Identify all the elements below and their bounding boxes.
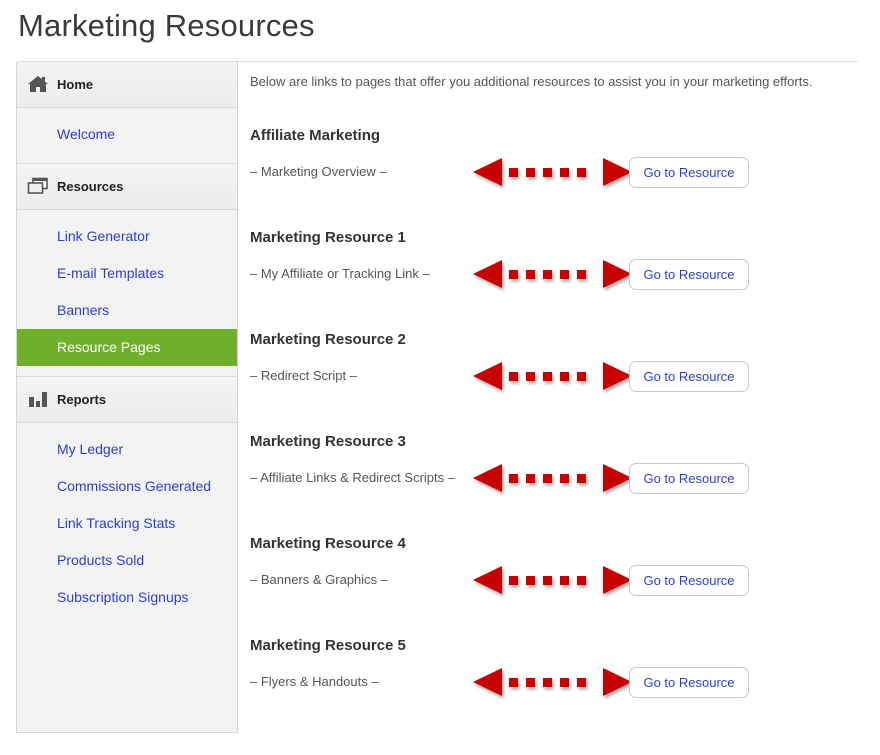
sidebar-item-link-generator[interactable]: Link Generator [17, 218, 237, 255]
intro-text: Below are links to pages that offer you … [250, 74, 813, 89]
main-content: Below are links to pages that offer you … [250, 73, 830, 698]
resource-description: – My Affiliate or Tracking Link – [250, 266, 430, 281]
windows-icon [27, 177, 48, 194]
sidebar-section-resources: Resources [17, 163, 237, 210]
go-to-resource-button[interactable]: Go to Resource [629, 259, 749, 290]
sidebar-item-my-ledger[interactable]: My Ledger [17, 431, 237, 468]
double-headed-dotted-arrow-icon [473, 260, 632, 288]
resource-description: – Affiliate Links & Redirect Scripts – [250, 470, 455, 485]
resource-row: Marketing Resource 5 – Flyers & Handouts … [250, 637, 850, 727]
resource-title: Affiliate Marketing [250, 127, 381, 144]
resource-description: – Marketing Overview – [250, 164, 387, 179]
resource-title: Marketing Resource 5 [250, 637, 406, 654]
sidebar-item-link-tracking-stats[interactable]: Link Tracking Stats [17, 505, 237, 542]
sidebar: Home Welcome Resources Link Generator E-… [16, 62, 238, 733]
resource-row: Marketing Resource 1 – My Affiliate or Tr… [250, 229, 850, 319]
go-to-resource-button[interactable]: Go to Resource [629, 667, 749, 698]
resource-title: Marketing Resource 3 [250, 433, 406, 450]
double-headed-dotted-arrow-icon [473, 464, 632, 492]
sidebar-item-banners[interactable]: Banners [17, 292, 237, 329]
resource-row: Marketing Resource 3 – Affiliate Links & … [250, 433, 850, 523]
sidebar-section-label: Resources [57, 179, 124, 194]
sidebar-item-resource-pages[interactable]: Resource Pages [17, 329, 237, 366]
sidebar-item-commissions-generated[interactable]: Commissions Generated [17, 468, 237, 505]
sidebar-item-email-templates[interactable]: E-mail Templates [17, 255, 237, 292]
double-headed-dotted-arrow-icon [473, 668, 632, 696]
resource-description: – Redirect Script – [250, 368, 357, 383]
go-to-resource-button[interactable]: Go to Resource [629, 361, 749, 392]
resource-row: Affiliate Marketing – Marketing Overview … [250, 127, 850, 217]
resource-description: – Flyers & Handouts – [250, 674, 379, 689]
resource-row: Marketing Resource 4 – Banners & Graphics… [250, 535, 850, 625]
sidebar-item-products-sold[interactable]: Products Sold [17, 542, 237, 579]
sidebar-item-welcome[interactable]: Welcome [17, 116, 237, 153]
sidebar-section-label: Reports [57, 392, 107, 407]
resource-title: Marketing Resource 2 [250, 331, 406, 348]
resource-row: Marketing Resource 2– Redirect Script – … [250, 331, 850, 421]
resource-description: – Banners & Graphics – [250, 572, 389, 587]
sidebar-item-subscription-signups[interactable]: Subscription Signups [17, 579, 237, 616]
sidebar-section-reports: Reports [17, 376, 237, 423]
double-headed-dotted-arrow-icon [473, 566, 632, 594]
go-to-resource-button[interactable]: Go to Resource [629, 565, 749, 596]
bar-chart-icon [29, 392, 47, 407]
go-to-resource-button[interactable]: Go to Resource [629, 157, 749, 188]
sidebar-section-label: Home [57, 77, 94, 92]
resource-title: Marketing Resource 1 [250, 229, 406, 246]
go-to-resource-button[interactable]: Go to Resource [629, 463, 749, 494]
page-title: Marketing Resources [18, 8, 315, 43]
double-headed-dotted-arrow-icon [473, 362, 632, 390]
double-headed-dotted-arrow-icon [473, 158, 632, 186]
sidebar-section-home: Home [17, 62, 237, 108]
resource-title: Marketing Resource 4 [250, 535, 406, 552]
home-icon [28, 76, 48, 92]
